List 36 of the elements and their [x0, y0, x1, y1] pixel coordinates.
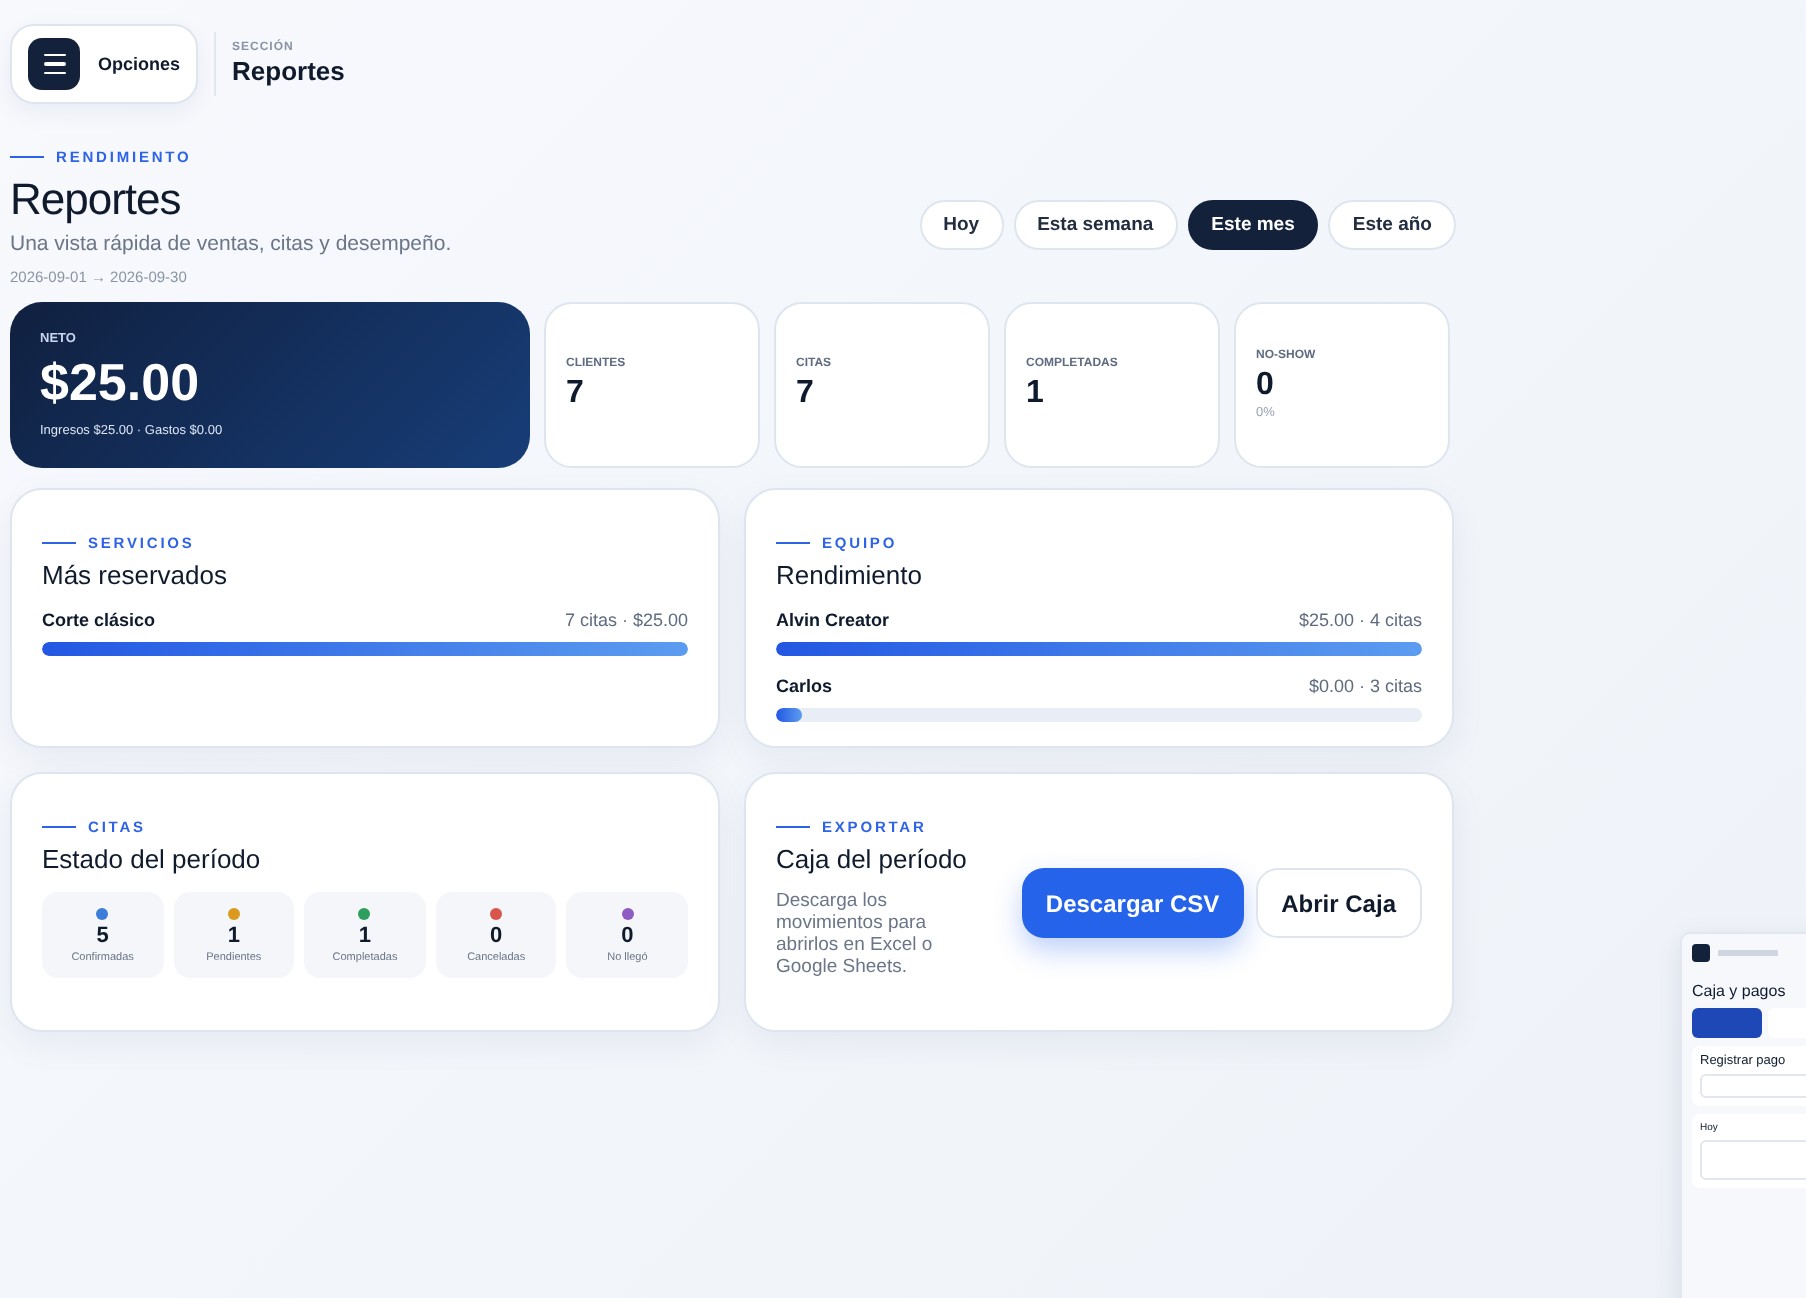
preview-stat-card: [1692, 1008, 1763, 1038]
section-title: Reportes: [232, 56, 345, 86]
stat-value: 7: [566, 376, 586, 412]
period-tab[interactable]: Este mes: [1187, 200, 1319, 250]
preview-title: Caja y pagos: [1692, 982, 1788, 1000]
status-count: 5: [96, 923, 109, 947]
page-subtitle: Una vista rápida de ventas, citas y desempeño.: [10, 232, 452, 256]
options-button[interactable]: Opciones: [10, 24, 199, 104]
stat-value: 1: [1026, 376, 1046, 412]
preview-empty-list: [1700, 1140, 1806, 1180]
card-title: Estado del período: [42, 844, 263, 874]
preview-input-field: [1700, 1074, 1806, 1098]
item-name: Corte clásico: [42, 610, 156, 630]
net-value: $25.00: [40, 352, 202, 414]
card-title: Más reservados: [42, 560, 229, 590]
item-name: Carlos: [776, 676, 833, 696]
card-title: Rendimiento: [776, 560, 924, 590]
period-tab[interactable]: Este año: [1328, 200, 1456, 250]
page-title: Reportes: [10, 174, 183, 226]
status-count: 1: [227, 923, 240, 947]
status-count: 0: [621, 923, 634, 947]
item-reading: 7 citas · $25.00: [564, 610, 688, 630]
item-reading: $0.00 · 3 citas: [1308, 676, 1422, 696]
item-reading: $25.00 · 4 citas: [1298, 610, 1422, 630]
preview-header-bar: [1718, 950, 1778, 956]
stat-value: 0: [1256, 368, 1276, 404]
card-title: Caja del período: [776, 844, 969, 874]
status-count: 0: [490, 923, 503, 947]
download-button[interactable]: Descargar CSV: [1021, 868, 1244, 938]
period-tab[interactable]: Esta semana: [1013, 200, 1178, 250]
item-name: Alvin Creator: [776, 610, 890, 630]
status-count: 1: [358, 923, 372, 947]
stat-value: 7: [796, 376, 816, 412]
period-tab[interactable]: Hoy: [919, 200, 1004, 250]
export-description: Descarga los movimientos para abrirlos en Excel o Google Sheets.: [776, 892, 935, 980]
open-button[interactable]: Abrir Caja: [1255, 868, 1422, 938]
